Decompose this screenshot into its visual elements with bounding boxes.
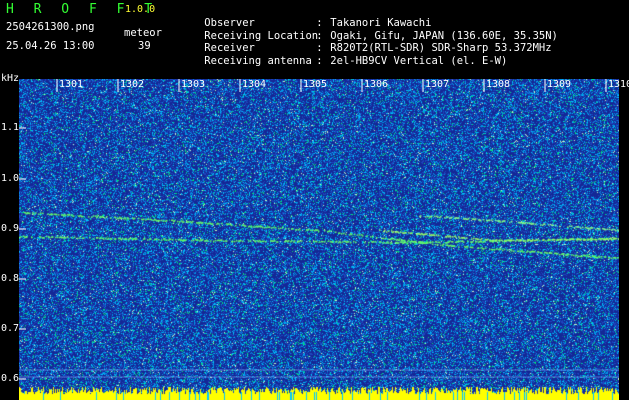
x-tick-label: 1306 — [364, 79, 389, 90]
y-tick-label: 0.6 — [1, 373, 20, 384]
app-version: 1.0.0 — [125, 4, 156, 15]
x-tick-label: 1307 — [425, 79, 450, 90]
info-panel: Observer: Takanori Kawachi Receiving Loca… — [179, 5, 558, 67]
datetime: 25.04.26 13:00 — [6, 40, 95, 52]
info-value: R820T2(RTL-SDR) SDR-Sharp 53.372MHz — [330, 42, 552, 54]
y-tick-label: 0.8 — [1, 273, 20, 284]
info-value: 2el-HB9CV Vertical (el. E-W) — [330, 54, 508, 67]
x-tick-label: 1305 — [303, 79, 328, 90]
x-tick-label: 1309 — [547, 79, 572, 90]
info-colon: : — [316, 42, 323, 54]
y-tick-label: 1.0 — [1, 173, 20, 184]
x-tick-label: 1304 — [242, 79, 267, 90]
info-colon: : — [316, 17, 323, 29]
x-tick-label: 1310 — [608, 79, 629, 90]
info-value: Takanori Kawachi — [330, 17, 432, 29]
info-label: Receiver — [204, 42, 255, 54]
meteor-label: meteor — [124, 27, 162, 39]
info-label: Observer — [204, 17, 255, 29]
axis-unit-label: kHz — [1, 73, 20, 84]
x-tick-label: 1302 — [120, 79, 145, 90]
info-row-observer: Observer: Takanori Kawachi — [179, 5, 558, 29]
info-colon: : — [316, 54, 323, 67]
info-label: Receiving antenna — [204, 54, 312, 67]
meteor-count: 39 — [138, 40, 151, 52]
x-tick-label: 1308 — [486, 79, 511, 90]
info-label: Receiving Location — [204, 29, 319, 42]
x-tick-label: 1303 — [181, 79, 206, 90]
y-tick-label: 0.7 — [1, 323, 20, 334]
y-tick-label: 1.1 — [1, 122, 20, 133]
spectrogram — [19, 79, 619, 400]
info-colon: : — [316, 29, 323, 42]
x-tick-label: 1301 — [59, 79, 84, 90]
file-name: 2504261300.png — [6, 21, 95, 33]
y-tick-label: 0.9 — [1, 223, 20, 234]
info-value: Ogaki, Gifu, JAPAN (136.60E, 35.35N) — [330, 29, 558, 42]
